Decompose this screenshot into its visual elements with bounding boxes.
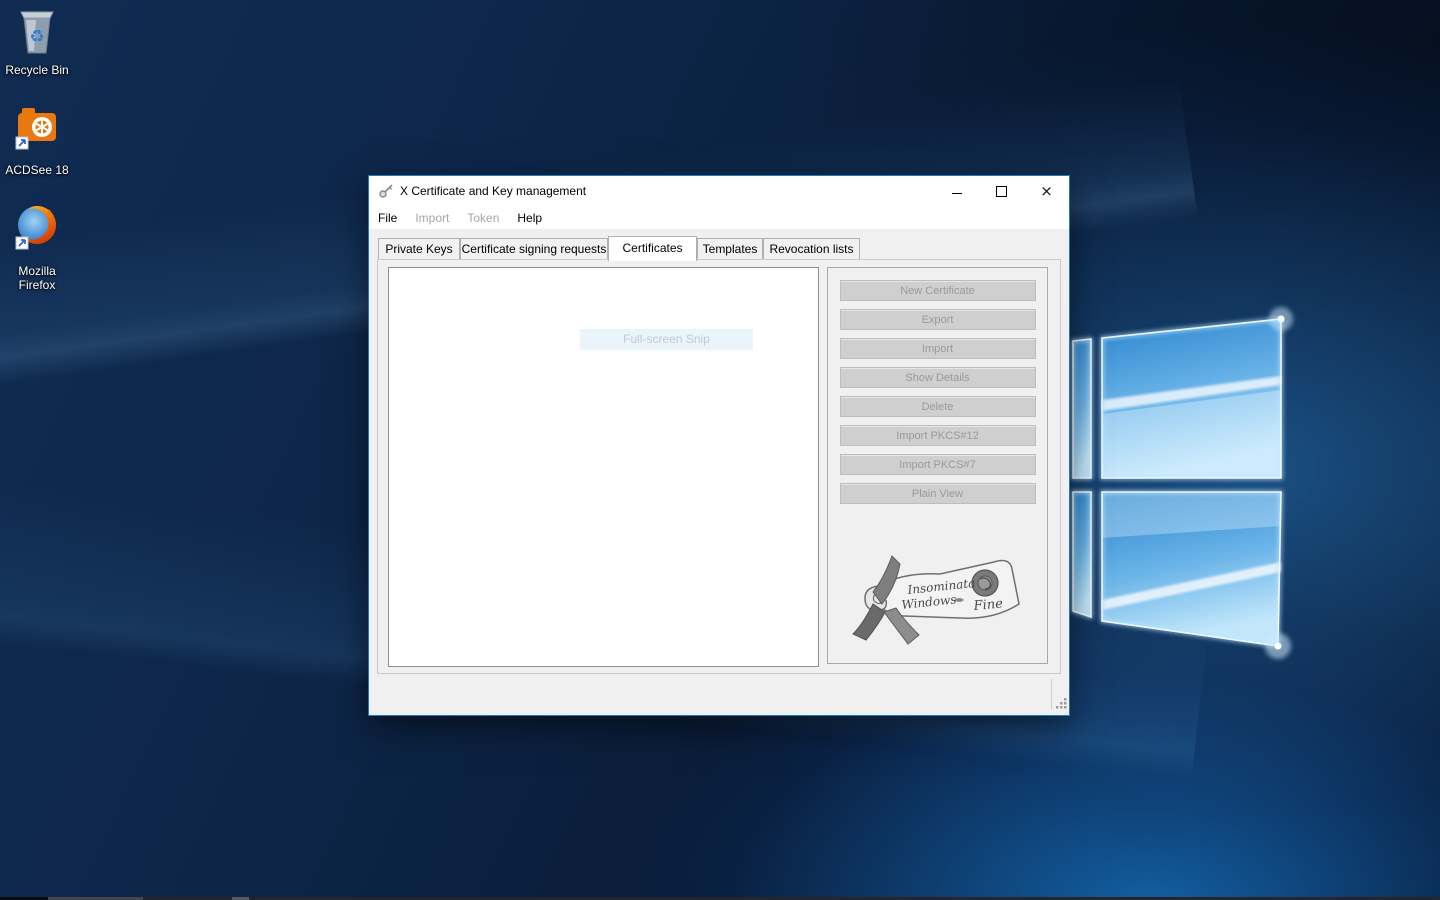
- import-pkcs12-button[interactable]: Import PKCS#12: [840, 425, 1036, 446]
- plain-view-button[interactable]: Plain View: [840, 483, 1036, 504]
- titlebar[interactable]: X Certificate and Key management ×: [369, 176, 1069, 206]
- firefox-icon: [12, 201, 62, 257]
- tab-certificate-signing-requests[interactable]: Certificate signing requests: [460, 238, 608, 259]
- tab-revocation-lists[interactable]: Revocation lists: [763, 238, 860, 259]
- export-button[interactable]: Export: [840, 309, 1036, 330]
- menu-help[interactable]: Help: [508, 206, 551, 229]
- delete-button[interactable]: Delete: [840, 396, 1036, 417]
- windows-logo-wallpaper: [1048, 286, 1320, 682]
- side-button-panel: New Certificate Export Import Show Detai…: [827, 267, 1048, 664]
- tab-certificates[interactable]: Certificates: [608, 236, 697, 261]
- desktop: ♻ Recycle Bin ACDSee 18: [0, 0, 1440, 900]
- logo-script-line3: Fine: [972, 596, 1004, 614]
- show-details-button[interactable]: Show Details: [840, 367, 1036, 388]
- new-certificate-button[interactable]: New Certificate: [840, 280, 1036, 301]
- fullscreen-snip-tooltip: Full-screen Snip: [580, 329, 753, 350]
- window-body: Private Keys Certificate signing request…: [369, 229, 1069, 715]
- menu-bar: File Import Token Help: [369, 206, 1069, 229]
- xca-scroll-logo: Insominata Windows Fine: [842, 552, 1032, 658]
- certificate-list[interactable]: [388, 267, 819, 667]
- acdsee-camera-icon: [13, 104, 61, 156]
- import-pkcs7-button[interactable]: Import PKCS#7: [840, 454, 1036, 475]
- caption-buttons: ×: [934, 177, 1069, 206]
- minimize-button[interactable]: [934, 177, 979, 206]
- menu-import[interactable]: Import: [406, 206, 458, 229]
- desktop-icon-firefox[interactable]: Mozilla Firefox: [0, 201, 74, 292]
- menu-file[interactable]: File: [369, 206, 406, 229]
- menu-token[interactable]: Token: [458, 206, 508, 229]
- icon-label: ACDSee 18: [0, 163, 74, 177]
- maximize-icon: [996, 186, 1007, 197]
- key-icon: [378, 183, 394, 199]
- icon-label: Recycle Bin: [0, 63, 74, 77]
- desktop-icon-recycle-bin[interactable]: ♻ Recycle Bin: [0, 6, 74, 77]
- tab-private-keys[interactable]: Private Keys: [378, 238, 460, 259]
- statusbar-separator: [1051, 679, 1052, 709]
- xca-window: X Certificate and Key management × File …: [368, 175, 1070, 716]
- maximize-button[interactable]: [979, 177, 1024, 206]
- close-icon: ×: [1040, 184, 1053, 199]
- resize-grip[interactable]: [1055, 697, 1068, 710]
- svg-text:♻: ♻: [29, 27, 44, 47]
- window-title: X Certificate and Key management: [400, 184, 586, 198]
- import-button[interactable]: Import: [840, 338, 1036, 359]
- close-button[interactable]: ×: [1024, 177, 1069, 206]
- recycle-bin-icon: ♻: [13, 6, 61, 56]
- minimize-icon: [952, 193, 962, 194]
- tab-templates[interactable]: Templates: [697, 238, 763, 259]
- desktop-icon-acdsee[interactable]: ACDSee 18: [0, 104, 74, 177]
- icon-label: Mozilla Firefox: [0, 264, 74, 292]
